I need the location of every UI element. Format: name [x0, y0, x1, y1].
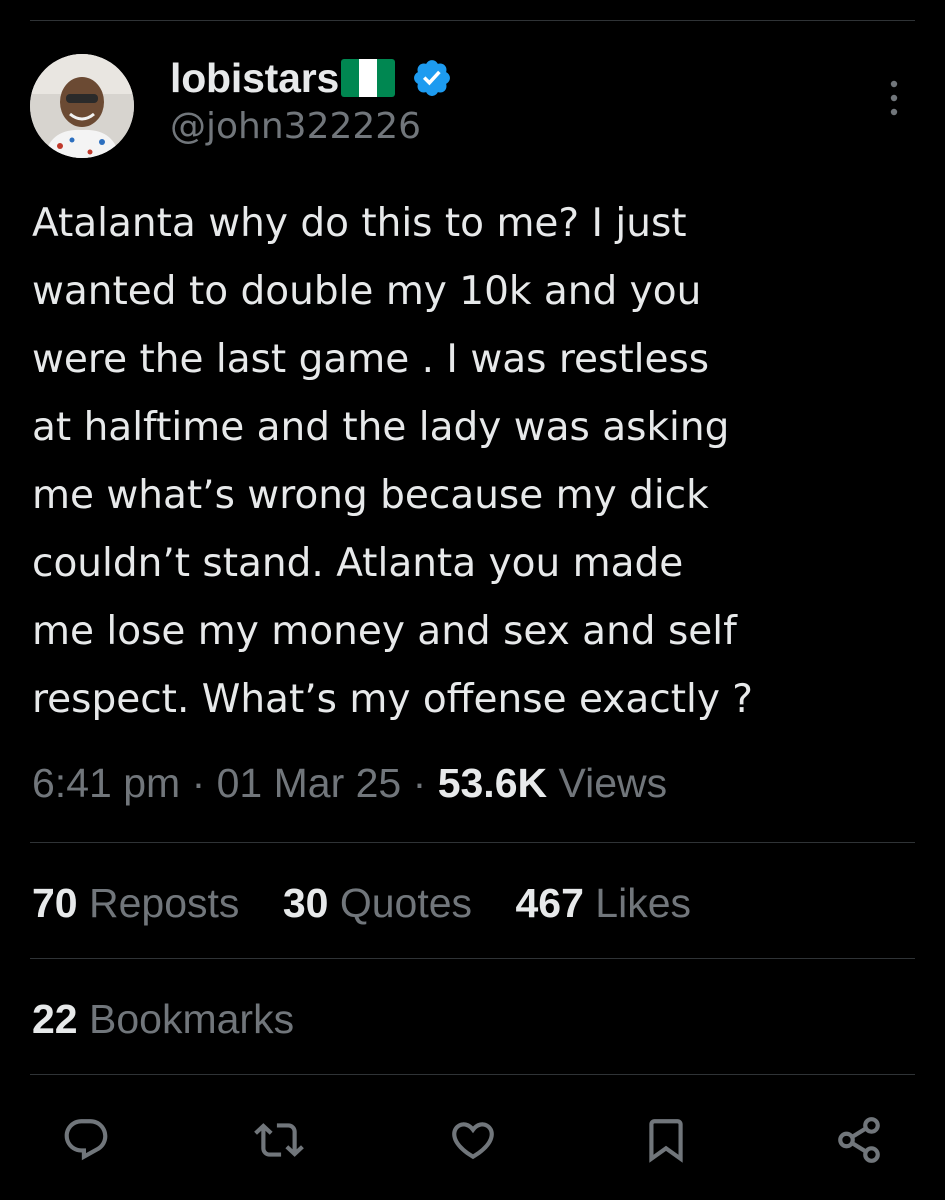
- repost-button[interactable]: [253, 1114, 305, 1166]
- meta-separator: ·: [191, 760, 206, 806]
- views-count[interactable]: 53.6K: [438, 760, 547, 806]
- bookmarks-count: 22: [32, 996, 78, 1042]
- like-icon: [451, 1122, 494, 1160]
- engagement-stats: 70 Reposts 30 Quotes 467 Likes: [32, 880, 723, 927]
- divider: [30, 958, 915, 959]
- bookmark-button[interactable]: [640, 1114, 692, 1166]
- share-button[interactable]: [833, 1114, 885, 1166]
- quotes-count: 30: [282, 880, 329, 926]
- tweet-header: lobistars @john322226: [30, 50, 915, 160]
- name-row: lobistars: [170, 54, 453, 102]
- divider: [30, 842, 915, 843]
- likes-label: Likes: [595, 880, 692, 926]
- tweet-meta: 6:41 pm · 01 Mar 25 · 53.6K Views: [32, 760, 667, 807]
- divider: [30, 1074, 915, 1075]
- top-divider: [30, 20, 915, 21]
- repost-icon: [254, 1123, 305, 1157]
- share-icon: [838, 1117, 880, 1163]
- bookmarks-stat[interactable]: 22 Bookmarks: [32, 996, 294, 1043]
- quotes-label: Quotes: [339, 880, 473, 926]
- display-name[interactable]: lobistars: [170, 55, 339, 102]
- views-label[interactable]: Views: [559, 760, 668, 806]
- tweet-text: Atalanta why do this to me? I just wante…: [32, 201, 754, 722]
- like-button[interactable]: [447, 1114, 499, 1166]
- reply-button[interactable]: [60, 1114, 112, 1166]
- likes-stat[interactable]: 467 Likes: [515, 880, 691, 926]
- reposts-label: Reposts: [89, 880, 240, 926]
- more-options-icon[interactable]: [887, 78, 901, 118]
- meta-separator: ·: [412, 760, 427, 806]
- bookmarks-label: Bookmarks: [89, 996, 295, 1042]
- action-bar: [60, 1112, 885, 1168]
- reposts-stat[interactable]: 70 Reposts: [32, 880, 239, 926]
- likes-count: 467: [515, 880, 584, 926]
- user-handle[interactable]: @john322226: [170, 106, 421, 147]
- tweet-date[interactable]: 01 Mar 25: [217, 760, 402, 806]
- nigeria-flag-icon: [341, 59, 396, 97]
- quotes-stat[interactable]: 30 Quotes: [283, 880, 472, 926]
- reposts-count: 70: [32, 880, 78, 926]
- tweet-time[interactable]: 6:41 pm: [32, 760, 180, 806]
- reply-icon: [64, 1119, 108, 1161]
- verified-badge-icon[interactable]: [411, 57, 453, 99]
- avatar[interactable]: [30, 54, 134, 158]
- bookmark-icon: [649, 1119, 683, 1163]
